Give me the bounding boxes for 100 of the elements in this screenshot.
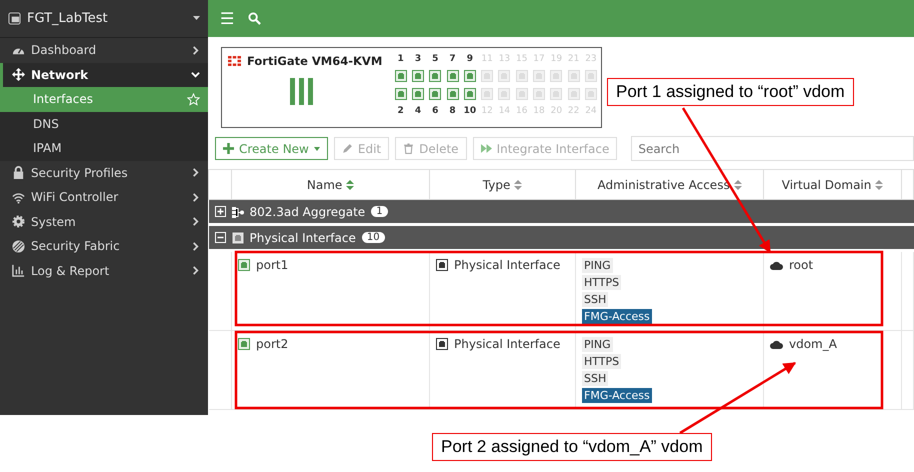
count-badge: 1 bbox=[371, 206, 388, 217]
port-icon bbox=[568, 88, 580, 100]
pencil-icon bbox=[342, 143, 353, 154]
plus-icon bbox=[223, 143, 234, 154]
access-tag: SSH bbox=[582, 371, 608, 386]
access-tag: PING bbox=[582, 258, 613, 273]
port-number: 8 bbox=[448, 106, 457, 118]
lock-icon bbox=[12, 166, 25, 180]
access-tag: HTTPS bbox=[582, 354, 622, 369]
chevron-right-icon bbox=[191, 168, 200, 178]
vdom-name: vdom_A bbox=[789, 337, 837, 351]
port-number: 5 bbox=[431, 54, 440, 66]
aggregate-icon bbox=[232, 206, 244, 218]
port-number: 4 bbox=[414, 106, 422, 118]
device-icon bbox=[8, 12, 21, 25]
port-name: port1 bbox=[256, 258, 288, 272]
group-row[interactable]: Physical Interface 10 bbox=[208, 224, 914, 250]
sort-icon[interactable] bbox=[346, 180, 354, 190]
forward-icon bbox=[480, 143, 492, 154]
chevron-right-icon bbox=[191, 192, 200, 202]
callout-note: Port 2 assigned to “vdom_A” vdom bbox=[432, 433, 712, 461]
sidebar-subitem[interactable]: IPAM bbox=[0, 136, 208, 160]
port-icon bbox=[533, 70, 546, 82]
port-icon bbox=[446, 88, 459, 100]
chevron-right-icon bbox=[191, 46, 200, 55]
column-header[interactable]: Virtual Domain bbox=[764, 170, 902, 200]
dropdown-icon[interactable] bbox=[193, 16, 200, 21]
column-header[interactable]: Name bbox=[232, 170, 430, 200]
sidebar-item[interactable]: Network bbox=[0, 62, 208, 87]
move-icon bbox=[12, 68, 25, 82]
sidebar-item[interactable]: System bbox=[0, 210, 208, 234]
port-icon bbox=[464, 88, 476, 100]
status-bars-icon bbox=[290, 78, 314, 105]
device-name[interactable]: FGT_LabTest bbox=[27, 11, 187, 26]
group-label: 802.3ad Aggregate bbox=[250, 204, 366, 218]
interface-type: Physical Interface bbox=[454, 337, 560, 351]
access-tag: PING bbox=[582, 337, 613, 352]
port-number: 6 bbox=[431, 106, 440, 118]
port-icon bbox=[584, 70, 597, 82]
port-number: 3 bbox=[414, 54, 422, 66]
access-tag: SSH bbox=[582, 292, 608, 307]
group-row[interactable]: 802.3ad Aggregate 1 bbox=[208, 200, 914, 224]
port-icon bbox=[584, 88, 597, 100]
port-icon bbox=[412, 70, 424, 82]
access-tag: HTTPS bbox=[582, 275, 622, 290]
port-name: port2 bbox=[256, 337, 288, 351]
sort-icon[interactable] bbox=[734, 180, 742, 190]
port-icon bbox=[464, 70, 476, 82]
expand-icon[interactable] bbox=[214, 206, 226, 217]
star-icon[interactable] bbox=[187, 92, 200, 106]
port-number: 10 bbox=[462, 106, 478, 118]
port-icon bbox=[436, 338, 448, 350]
column-header[interactable]: Type bbox=[430, 170, 576, 200]
port-icon bbox=[498, 70, 510, 82]
port-icon bbox=[550, 88, 562, 100]
port-number: 7 bbox=[448, 54, 457, 66]
trash-icon bbox=[403, 143, 414, 154]
search-icon[interactable] bbox=[248, 12, 262, 25]
cloud-icon bbox=[770, 260, 783, 270]
port-icon bbox=[516, 70, 528, 82]
access-tag: FMG-Access bbox=[582, 309, 652, 324]
column-header[interactable]: Administrative Access bbox=[576, 170, 764, 200]
port-icon bbox=[498, 88, 510, 100]
vdom-name: root bbox=[789, 258, 814, 272]
search-field[interactable]: Search bbox=[631, 136, 914, 161]
port-icon bbox=[436, 259, 448, 271]
access-tag: FMG-Access bbox=[582, 388, 652, 403]
port-icon bbox=[533, 88, 546, 100]
port-number: 1 bbox=[396, 54, 405, 66]
sort-icon[interactable] bbox=[514, 180, 522, 190]
device-model: FortiGate VM64-KVM bbox=[247, 54, 382, 68]
port-icon bbox=[394, 88, 407, 100]
port-icon bbox=[412, 88, 424, 100]
port-number: 2 bbox=[396, 106, 405, 118]
sidebar-item[interactable]: Security Profiles bbox=[0, 160, 208, 185]
sidebar-item[interactable]: Dashboard bbox=[0, 38, 208, 62]
sidebar-item[interactable]: Log & Report bbox=[0, 258, 208, 283]
sort-icon[interactable] bbox=[875, 180, 884, 190]
port-icon bbox=[516, 88, 528, 100]
sidebar-subitem[interactable]: DNS bbox=[0, 112, 208, 136]
cloud-icon bbox=[770, 338, 783, 350]
callout-note: Port 1 assigned to “root” vdom bbox=[607, 78, 854, 106]
port-icon bbox=[394, 70, 407, 82]
sidebar-item[interactable]: WiFi Controller bbox=[0, 185, 208, 210]
port-icon bbox=[238, 259, 250, 271]
sidebar-item[interactable]: Security Fabric bbox=[0, 234, 208, 258]
port-icon bbox=[232, 232, 244, 244]
chevron-right-icon bbox=[191, 217, 200, 226]
caret-icon bbox=[314, 146, 320, 150]
port-icon bbox=[481, 88, 494, 100]
port-icon bbox=[429, 88, 442, 100]
port-number: 9 bbox=[466, 54, 474, 66]
wifi-icon bbox=[12, 190, 25, 204]
port-icon bbox=[446, 70, 459, 82]
fabric-icon bbox=[12, 240, 25, 253]
group-label: Physical Interface bbox=[250, 230, 356, 244]
count-badge: 10 bbox=[362, 232, 385, 243]
settings-icon bbox=[12, 215, 25, 228]
collapse-icon[interactable] bbox=[214, 232, 226, 243]
port-icon bbox=[550, 70, 562, 82]
